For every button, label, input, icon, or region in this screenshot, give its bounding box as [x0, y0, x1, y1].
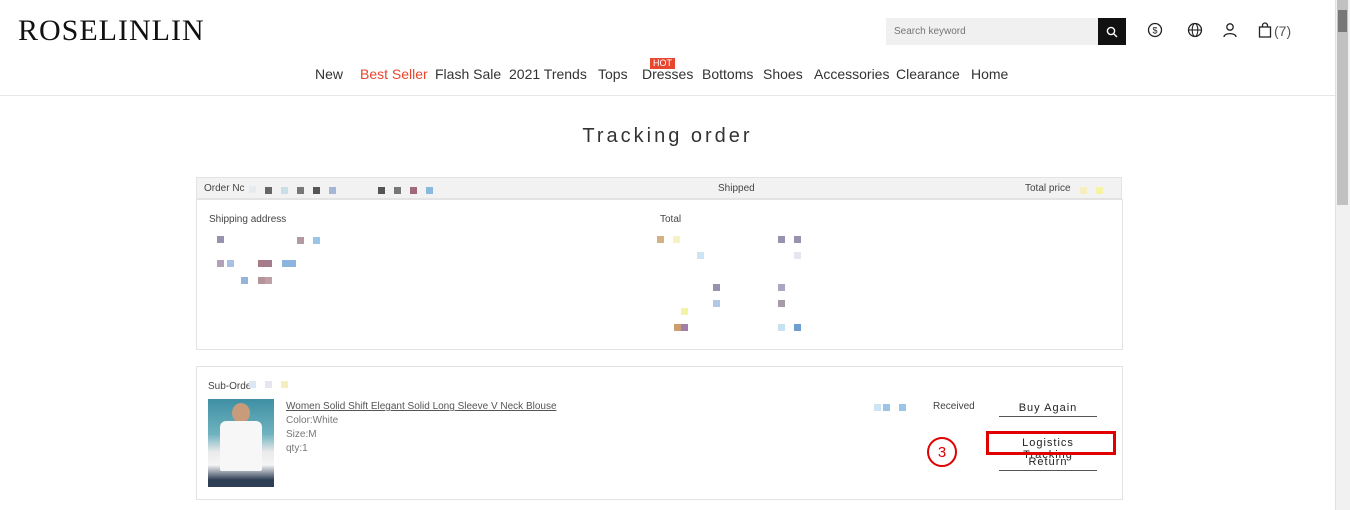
nav-bottoms[interactable]: Bottoms [702, 66, 753, 82]
redacted-pixel [297, 187, 304, 194]
step-number-badge: 3 [927, 437, 957, 467]
redacted-pixel [329, 187, 336, 194]
order-details-panel: Shipping address Total [196, 199, 1123, 350]
redacted-pixel [794, 324, 801, 331]
redacted-pixel [697, 252, 704, 259]
redacted-pixel [674, 324, 681, 331]
redacted-pixel [249, 186, 256, 193]
sub-order-panel: Sub-Orde [196, 366, 1123, 500]
redacted-pixel [241, 277, 248, 284]
redacted-pixel [778, 300, 785, 307]
redacted-pixel [227, 260, 234, 267]
search-button[interactable] [1098, 18, 1126, 45]
total-price-label: Total price [1025, 183, 1071, 194]
redacted-pixel [313, 187, 320, 194]
thumbnail-model-head [232, 403, 250, 423]
product-thumbnail[interactable] [208, 399, 274, 487]
main-nav: New Best Seller Flash Sale 2021 Trends T… [0, 66, 1335, 88]
redacted-pixel [265, 277, 272, 284]
redacted-pixel [281, 381, 288, 388]
redacted-pixel [282, 260, 289, 267]
redacted-pixel [217, 260, 224, 267]
nav-accessories[interactable]: Accessories [814, 66, 889, 82]
cart-count[interactable]: (7) [1274, 23, 1291, 39]
sub-order-label: Sub-Orde [208, 381, 252, 392]
redacted-pixel [713, 300, 720, 307]
redacted-pixel [899, 404, 906, 411]
order-status: Shipped [718, 183, 755, 194]
search-icon [1106, 26, 1118, 37]
redacted-pixel [258, 277, 265, 284]
svg-text:$: $ [1152, 26, 1157, 36]
return-button[interactable]: Return [999, 456, 1097, 471]
nav-2021-trends[interactable]: 2021 Trends [509, 66, 587, 82]
redacted-pixel [681, 324, 688, 331]
redacted-pixel [265, 381, 272, 388]
redacted-pixel [1080, 187, 1087, 194]
redacted-pixel [794, 252, 801, 259]
redacted-pixel [794, 236, 801, 243]
highlight-box [986, 431, 1116, 455]
redacted-pixel [713, 284, 720, 291]
nav-best-seller[interactable]: Best Seller [360, 66, 428, 82]
redacted-pixel [258, 260, 265, 267]
redacted-pixel [778, 284, 785, 291]
hot-badge: HOT [650, 58, 675, 69]
search-input[interactable] [886, 18, 1098, 45]
scrollbar-top-thumb[interactable] [1338, 10, 1347, 32]
site-logo[interactable]: ROSELINLIN [18, 14, 205, 48]
redacted-pixel [883, 404, 890, 411]
redacted-pixel [394, 187, 401, 194]
product-color: Color:White [286, 415, 339, 426]
redacted-pixel [313, 237, 320, 244]
account-icon[interactable] [1221, 21, 1239, 39]
product-qty: qty:1 [286, 443, 308, 454]
order-number-label: Order Nc [204, 183, 245, 194]
nav-flash-sale[interactable]: Flash Sale [435, 66, 501, 82]
redacted-pixel [874, 404, 881, 411]
shopping-bag-icon[interactable] [1256, 21, 1274, 39]
product-size: Size:M [286, 429, 317, 440]
redacted-pixel [426, 187, 433, 194]
redacted-pixel [297, 237, 304, 244]
redacted-pixel [681, 308, 688, 315]
redacted-pixel [281, 187, 288, 194]
total-label: Total [660, 214, 682, 225]
nav-clearance[interactable]: Clearance [896, 66, 960, 82]
header-divider [0, 95, 1335, 96]
redacted-pixel [673, 236, 680, 243]
redacted-pixel [1096, 187, 1103, 194]
redacted-pixel [378, 187, 385, 194]
redacted-pixel [217, 236, 224, 243]
language-globe-icon[interactable] [1186, 21, 1204, 39]
redacted-pixel [657, 236, 664, 243]
redacted-pixel [265, 187, 272, 194]
nav-new[interactable]: New [315, 66, 343, 82]
product-name-link[interactable]: Women Solid Shift Elegant Solid Long Sle… [286, 401, 557, 412]
nav-home[interactable]: Home [971, 66, 1008, 82]
redacted-pixel [249, 381, 256, 388]
redacted-pixel [778, 324, 785, 331]
redacted-pixel [265, 260, 272, 267]
nav-shoes[interactable]: Shoes [763, 66, 803, 82]
redacted-pixel [778, 236, 785, 243]
shipping-address-label: Shipping address [209, 214, 287, 225]
sub-order-status: Received [933, 401, 975, 412]
redacted-pixel [289, 260, 296, 267]
currency-icon[interactable]: $ [1146, 21, 1164, 39]
redacted-pixel [410, 187, 417, 194]
nav-tops[interactable]: Tops [598, 66, 628, 82]
thumbnail-blouse [220, 421, 262, 471]
buy-again-button[interactable]: Buy Again [999, 402, 1097, 417]
page-title: Tracking order [582, 125, 753, 147]
